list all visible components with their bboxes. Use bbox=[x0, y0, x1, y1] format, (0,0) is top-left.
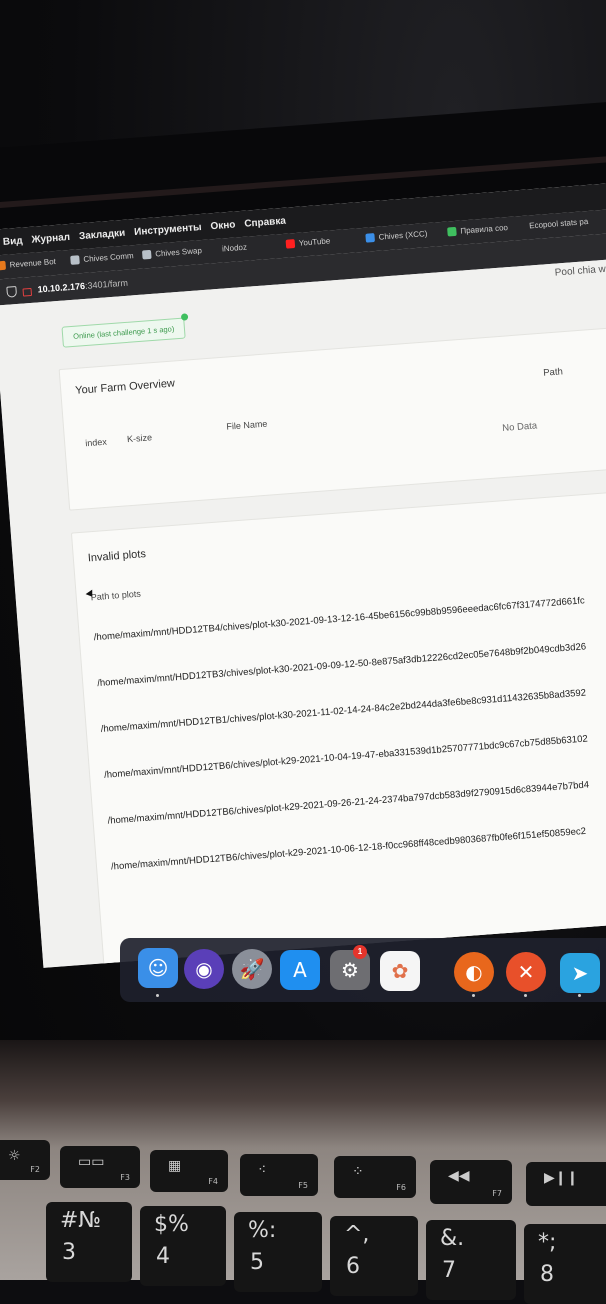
siri-icon[interactable]: ◉ bbox=[184, 949, 224, 989]
rewind-icon: ◀◀ bbox=[448, 1168, 470, 1184]
key-f8[interactable]: ▶❙❙ bbox=[526, 1162, 606, 1206]
key-f6[interactable]: ⁘ F6 bbox=[334, 1156, 416, 1198]
bookmark-rules[interactable]: Правила coo bbox=[447, 223, 508, 237]
bookmark-chives-swap[interactable]: Chives Swap bbox=[141, 246, 202, 260]
keyboard-light-icon: ⁖ bbox=[258, 1162, 267, 1178]
invalid-plots-card: Invalid plots Path to plots /home/maxim/… bbox=[70, 481, 606, 968]
brightness-up-icon: ☼ bbox=[8, 1148, 21, 1164]
anydesk-icon[interactable]: ✕ bbox=[506, 952, 546, 992]
bookmark-youtube[interactable]: YouTube bbox=[285, 236, 331, 249]
bookmark-inodoz[interactable]: iNodoz bbox=[222, 243, 248, 254]
page-icon bbox=[141, 249, 152, 260]
column-header-path[interactable]: Path bbox=[543, 366, 563, 378]
notification-badge: 1 bbox=[353, 945, 367, 959]
column-header-ksize[interactable]: K-size bbox=[127, 432, 153, 444]
key-3[interactable]: #№ 3 bbox=[46, 1202, 132, 1282]
finder-icon[interactable]: ☺ bbox=[138, 948, 178, 988]
key-f7[interactable]: ◀◀ F7 bbox=[430, 1160, 512, 1204]
menu-tools[interactable]: Инструменты bbox=[134, 221, 202, 237]
running-indicator bbox=[524, 994, 527, 997]
menu-view[interactable]: Вид bbox=[3, 235, 23, 247]
bookmark-ecopool[interactable]: Ecopool stats pa bbox=[529, 217, 589, 230]
key-6[interactable]: ^, 6 bbox=[330, 1216, 418, 1296]
leaf-icon bbox=[447, 226, 457, 237]
invalid-plot-row: /home/maxim/mnt/HDD12TB4/chives/plot-k30… bbox=[93, 595, 586, 644]
url-host: 10.10.2.176 bbox=[37, 280, 86, 295]
key-f1[interactable]: ☼ F2 bbox=[0, 1140, 50, 1180]
invalid-plot-row: /home/maxim/mnt/HDD12TB6/chives/plot-k29… bbox=[107, 779, 590, 827]
farm-overview-card: Your Farm Overview Path index K-size Fil… bbox=[58, 318, 606, 511]
running-indicator bbox=[156, 994, 159, 997]
chives-icon bbox=[365, 233, 375, 243]
online-dot-icon bbox=[180, 313, 189, 321]
running-indicator bbox=[578, 994, 581, 997]
app-store-icon[interactable]: A bbox=[280, 950, 320, 990]
key-f3[interactable]: ▭▭ F3 bbox=[60, 1146, 140, 1188]
farm-overview-title: Your Farm Overview bbox=[74, 377, 176, 397]
online-status-badge: Online (last challenge 1 s ago) bbox=[61, 317, 187, 348]
youtube-icon bbox=[285, 239, 296, 249]
pool-tab-label[interactable]: Pool chia wa bbox=[554, 263, 606, 278]
key-f4[interactable]: ▦ F4 bbox=[150, 1150, 228, 1192]
tracking-shield-icon[interactable] bbox=[6, 285, 18, 298]
column-header-file-name[interactable]: File Name bbox=[226, 419, 268, 432]
invalid-plot-row: /home/maxim/mnt/HDD12TB6/chives/plot-k29… bbox=[110, 825, 587, 873]
mission-control-icon: ▭▭ bbox=[78, 1154, 105, 1170]
launchpad-grid-icon: ▦ bbox=[168, 1158, 182, 1174]
key-7[interactable]: &. 7 bbox=[426, 1220, 516, 1300]
invalid-plot-row: /home/maxim/mnt/HDD12TB3/chives/plot-k30… bbox=[96, 641, 587, 690]
laptop-screen: Вид Журнал Закладки Инструменты Окно Спр… bbox=[0, 176, 606, 968]
farm-page: Pool chia wa Online (last challenge 1 s … bbox=[0, 251, 606, 968]
menu-help[interactable]: Справка bbox=[244, 215, 286, 229]
bookmark-chives-xcc[interactable]: Chives (XCC) bbox=[365, 229, 428, 243]
laptop-keyboard: ☼ F2 ▭▭ F3 ▦ F4 ⁖ F5 ⁘ F6 ◀◀ F7 ▶❙❙ #№ 3… bbox=[0, 1040, 606, 1304]
menu-history[interactable]: Журнал bbox=[31, 231, 70, 245]
invalid-plot-row: /home/maxim/mnt/HDD12TB1/chives/plot-k30… bbox=[100, 687, 587, 735]
key-4[interactable]: $% 4 bbox=[140, 1206, 226, 1286]
keyboard-light-icon: ⁘ bbox=[352, 1164, 364, 1180]
insecure-lock-icon[interactable] bbox=[22, 287, 33, 297]
running-indicator bbox=[472, 994, 475, 997]
key-8[interactable]: *; 8 bbox=[524, 1224, 606, 1304]
telegram-icon[interactable]: ➤ bbox=[560, 953, 600, 993]
photos-icon[interactable]: ✿ bbox=[380, 951, 420, 991]
column-header-path-to-plots[interactable]: Path to plots bbox=[90, 589, 141, 603]
empty-state-text: No Data bbox=[501, 420, 538, 434]
page-icon bbox=[70, 255, 80, 265]
chart-icon bbox=[0, 260, 7, 271]
firefox-icon[interactable]: ◐ bbox=[454, 952, 494, 992]
bookmark-revenue-bot[interactable]: Revenue Bot bbox=[0, 257, 56, 271]
menu-window[interactable]: Окно bbox=[210, 219, 236, 232]
invalid-plots-title: Invalid plots bbox=[87, 548, 147, 565]
url-path: :3401/farm bbox=[84, 277, 129, 291]
key-f5[interactable]: ⁖ F5 bbox=[240, 1154, 318, 1196]
invalid-plot-row: /home/maxim/mnt/HDD12TB6/chives/plot-k29… bbox=[103, 733, 589, 781]
menu-bookmarks[interactable]: Закладки bbox=[79, 227, 126, 241]
play-pause-icon: ▶❙❙ bbox=[544, 1170, 579, 1186]
column-header-index[interactable]: index bbox=[85, 437, 107, 449]
key-5[interactable]: %: 5 bbox=[234, 1212, 322, 1292]
launchpad-icon[interactable]: 🚀 bbox=[232, 949, 272, 989]
bookmark-chives-comm[interactable]: Chives Comm bbox=[70, 251, 134, 265]
